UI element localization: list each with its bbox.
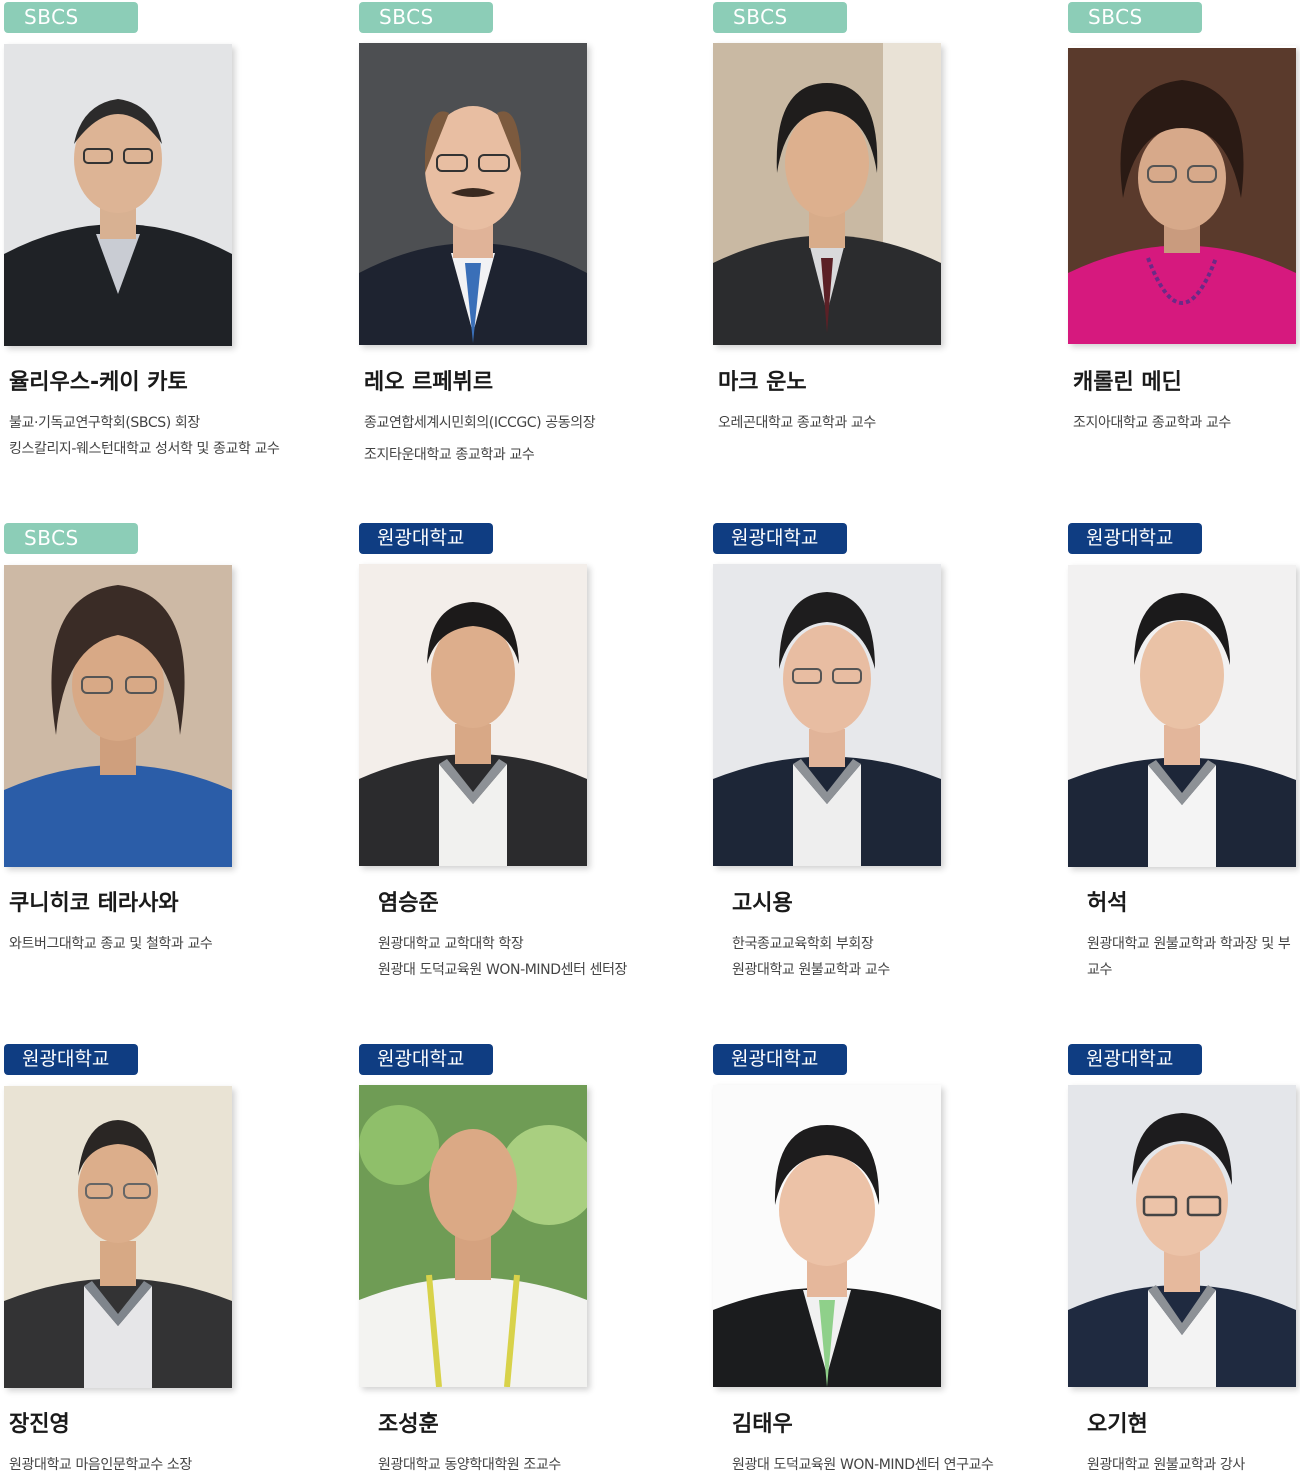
speaker-affiliation: 종교연합세계시민회의(ICCGC) 공동의장 조지타운대학교 종교학과 교수 [364, 410, 680, 468]
affiliation-line: 킹스칼리지-웨스턴대학교 성서학 및 종교학 교수 [9, 441, 280, 457]
speaker-name: 허석 [1087, 891, 1128, 916]
affiliation-line: 원광대학교 마음인문학교수 소장 [9, 1457, 192, 1473]
org-badge-wku: 원광대학교 [1068, 523, 1202, 554]
speaker-name: 쿠니히코 테라사와 [9, 891, 179, 916]
speaker-photo [1068, 565, 1296, 867]
org-badge-wku: 원광대학교 [4, 1044, 138, 1075]
org-badge-sbcs: SBCS [1068, 2, 1202, 33]
speaker-name: 김태우 [732, 1412, 793, 1437]
affiliation-line: 원광대학교 동양학대학원 조교수 [378, 1457, 561, 1473]
speaker-photo [359, 564, 587, 866]
affiliation-line: 한국종교교육학회 부회장 [732, 936, 874, 952]
affiliation-line: 원광대학교 교학대학 학장 [378, 936, 524, 952]
speaker-grid: SBCS 율리우스-케이 카토 불교·기독교연구학회(SBCS) 회장 킹스칼리… [0, 0, 1300, 1474]
affiliation-line: 조지아대학교 종교학과 교수 [1073, 415, 1231, 431]
speaker-photo [1068, 46, 1296, 344]
org-badge-sbcs: SBCS [713, 2, 847, 33]
speaker-affiliation: 원광대학교 교학대학 학장 원광대 도덕교육원 WON-MIND센터 센터장 [378, 931, 694, 983]
speaker-photo [4, 1086, 232, 1388]
speaker-affiliation: 오레곤대학교 종교학과 교수 [718, 410, 1034, 436]
speaker-name: 오기현 [1087, 1412, 1148, 1437]
speaker-photo [713, 43, 941, 345]
affiliation-line: 원광대학교 원불교학과 강사 [1087, 1457, 1245, 1473]
speaker-name: 장진영 [9, 1412, 70, 1437]
speaker-name: 조성훈 [378, 1412, 439, 1437]
speaker-photo [359, 1085, 587, 1387]
affiliation-line: 종교연합세계시민회의(ICCGC) 공동의장 [364, 415, 596, 431]
speaker-affiliation: 원광대학교 원불교학과 강사 [1087, 1452, 1299, 1478]
speaker-affiliation: 원광대학교 마음인문학교수 소장 [9, 1452, 325, 1478]
affiliation-line: 원광대학교 원불교학과 교수 [732, 962, 890, 978]
speaker-photo [4, 565, 232, 867]
affiliation-line: 불교·기독교연구학회(SBCS) 회장 [9, 415, 200, 431]
speaker-photo [713, 1085, 941, 1387]
speaker-name: 레오 르페뷔르 [364, 370, 494, 395]
org-badge-wku: 원광대학교 [1068, 1044, 1202, 1075]
affiliation-line: 조지타운대학교 종교학과 교수 [364, 447, 535, 463]
speaker-affiliation: 원광대학교 원불교학과 학과장 및 부교수 [1087, 931, 1299, 983]
speaker-name: 마크 운노 [718, 370, 807, 395]
org-badge-wku: 원광대학교 [359, 1044, 493, 1075]
speaker-affiliation: 원광대 도덕교육원 WON-MIND센터 연구교수 [732, 1452, 1048, 1478]
speaker-affiliation: 한국종교교육학회 부회장 원광대학교 원불교학과 교수 [732, 931, 1048, 983]
affiliation-line: 원광대학교 원불교학과 학과장 및 부교수 [1087, 936, 1291, 978]
speaker-affiliation: 원광대학교 동양학대학원 조교수 [378, 1452, 694, 1478]
speaker-name: 염승준 [378, 891, 439, 916]
org-badge-sbcs: SBCS [4, 523, 138, 554]
speaker-affiliation: 조지아대학교 종교학과 교수 [1073, 410, 1300, 436]
speaker-affiliation: 불교·기독교연구학회(SBCS) 회장 킹스칼리지-웨스턴대학교 성서학 및 종… [9, 410, 325, 462]
org-badge-sbcs: SBCS [359, 2, 493, 33]
speaker-name: 캐롤린 메딘 [1073, 370, 1182, 395]
speaker-name: 고시용 [732, 891, 793, 916]
org-badge-wku: 원광대학교 [359, 523, 493, 554]
speaker-affiliation: 와트버그대학교 종교 및 철학과 교수 [9, 931, 325, 957]
speaker-photo [359, 43, 587, 345]
affiliation-line: 원광대 도덕교육원 WON-MIND센터 연구교수 [732, 1457, 994, 1473]
speaker-name: 율리우스-케이 카토 [9, 370, 188, 395]
org-badge-wku: 원광대학교 [713, 1044, 847, 1075]
org-badge-sbcs: SBCS [4, 2, 138, 33]
speaker-photo [713, 564, 941, 866]
speaker-photo [1068, 1085, 1296, 1387]
speaker-photo [4, 44, 232, 346]
affiliation-line: 원광대 도덕교육원 WON-MIND센터 센터장 [378, 962, 628, 978]
org-badge-wku: 원광대학교 [713, 523, 847, 554]
affiliation-line: 와트버그대학교 종교 및 철학과 교수 [9, 936, 213, 952]
affiliation-line: 오레곤대학교 종교학과 교수 [718, 415, 876, 431]
